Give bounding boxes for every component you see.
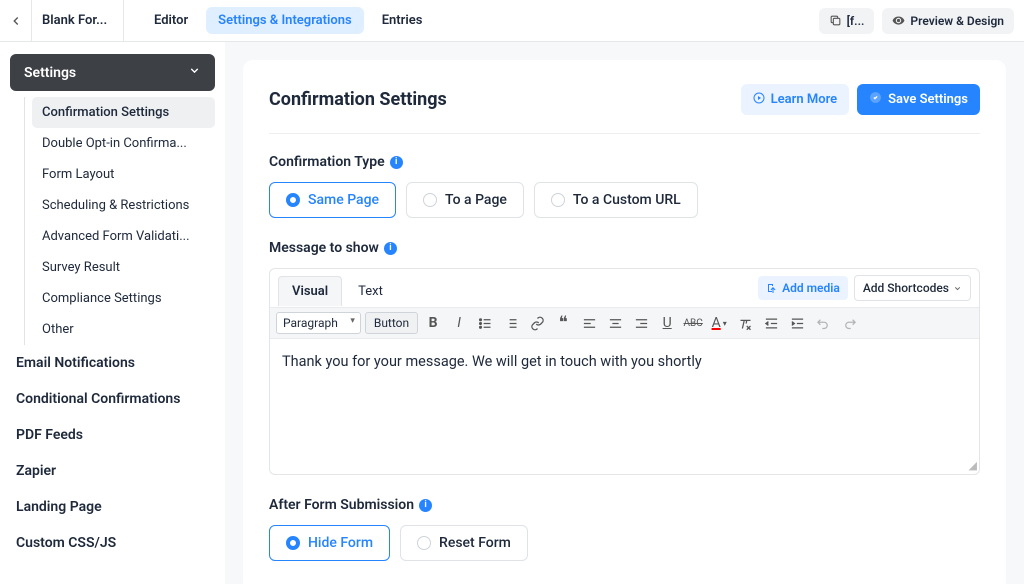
sidebar-item-landing-page[interactable]: Landing Page — [10, 489, 215, 525]
play-icon — [753, 92, 765, 108]
resize-handle-icon[interactable]: ◢ — [969, 459, 977, 472]
message-to-show-label: Message to show i — [269, 240, 980, 256]
tab-settings-integrations[interactable]: Settings & Integrations — [206, 7, 364, 34]
link-icon[interactable] — [526, 312, 548, 334]
sidebar: Settings Confirmation Settings Double Op… — [0, 42, 225, 584]
sidebar-item-pdf-feeds[interactable]: PDF Feeds — [10, 417, 215, 453]
learn-more-label: Learn More — [771, 92, 837, 107]
sidebar-item-compliance[interactable]: Compliance Settings — [32, 283, 215, 314]
tab-editor[interactable]: Editor — [142, 7, 200, 34]
info-icon[interactable]: i — [419, 499, 432, 512]
editor-tab-text[interactable]: Text — [344, 276, 397, 306]
save-settings-label: Save Settings — [888, 92, 968, 107]
confirmation-type-label: Confirmation Type i — [269, 154, 980, 170]
top-tabs: Editor Settings & Integrations Entries — [124, 0, 434, 42]
underline-icon[interactable]: U — [656, 312, 678, 334]
topbar-right: [f... Preview & Design — [819, 8, 1024, 34]
quote-icon[interactable]: ❝ — [552, 312, 574, 334]
bullet-list-icon[interactable] — [474, 312, 496, 334]
undo-icon[interactable] — [812, 312, 834, 334]
radio-custom-url[interactable]: To a Custom URL — [534, 182, 698, 218]
sidebar-item-zapier[interactable]: Zapier — [10, 453, 215, 489]
add-shortcodes-button[interactable]: Add Shortcodes — [854, 275, 971, 301]
radio-hide-form[interactable]: Hide Form — [269, 525, 390, 561]
align-right-icon[interactable] — [630, 312, 652, 334]
editor-tab-visual[interactable]: Visual — [278, 276, 342, 306]
editor-content[interactable]: Thank you for your message. We will get … — [270, 339, 979, 474]
align-left-icon[interactable] — [578, 312, 600, 334]
sidebar-item-advanced-validation[interactable]: Advanced Form Validati... — [32, 221, 215, 252]
back-button[interactable] — [0, 0, 32, 42]
redo-icon[interactable] — [838, 312, 860, 334]
content-area: Confirmation Settings Learn More Save Se… — [225, 42, 1024, 584]
settings-tree: Confirmation Settings Double Opt-in Conf… — [10, 97, 215, 345]
paragraph-select[interactable]: Paragraph — [276, 312, 361, 334]
info-icon[interactable]: i — [384, 242, 397, 255]
topbar: Blank For... Editor Settings & Integrati… — [0, 0, 1024, 42]
sidebar-item-other[interactable]: Other — [32, 314, 215, 345]
rich-text-editor: Visual Text Add media Add Shortcodes — [269, 268, 980, 475]
learn-more-button[interactable]: Learn More — [741, 84, 849, 115]
tab-entries[interactable]: Entries — [370, 7, 435, 34]
chevron-down-icon — [188, 64, 201, 81]
radio-dot-icon — [286, 193, 300, 207]
text-color-icon[interactable]: A▾ — [708, 312, 730, 334]
italic-icon[interactable]: I — [448, 312, 470, 334]
clear-format-icon[interactable] — [734, 312, 756, 334]
radio-reset-form[interactable]: Reset Form — [400, 525, 528, 561]
form-title: Blank For... — [32, 0, 124, 42]
after-form-submission-label: After Form Submission i — [269, 497, 980, 513]
radio-dot-icon — [423, 193, 437, 207]
add-media-button[interactable]: Add media — [758, 276, 848, 300]
check-circle-icon — [869, 91, 882, 108]
shortcode-label: [f... — [847, 14, 865, 28]
sidebar-item-form-layout[interactable]: Form Layout — [32, 159, 215, 190]
radio-same-page[interactable]: Same Page — [269, 182, 396, 218]
radio-to-a-page[interactable]: To a Page — [406, 182, 524, 218]
strikethrough-icon[interactable]: ABC — [682, 312, 704, 334]
sidebar-item-confirmation-settings[interactable]: Confirmation Settings — [32, 97, 215, 128]
insert-button-button[interactable]: Button — [365, 312, 418, 334]
sidebar-settings-label: Settings — [24, 65, 76, 81]
indent-right-icon[interactable] — [786, 312, 808, 334]
confirmation-settings-panel: Confirmation Settings Learn More Save Se… — [243, 60, 1006, 584]
info-icon[interactable]: i — [390, 156, 403, 169]
sidebar-settings-header[interactable]: Settings — [10, 54, 215, 91]
sidebar-item-email-notifications[interactable]: Email Notifications — [10, 345, 215, 381]
sidebar-item-double-optin[interactable]: Double Opt-in Confirma... — [32, 128, 215, 159]
save-settings-button[interactable]: Save Settings — [857, 84, 980, 115]
indent-left-icon[interactable] — [760, 312, 782, 334]
radio-dot-icon — [286, 536, 300, 550]
radio-dot-icon — [417, 536, 431, 550]
sidebar-item-conditional-confirmations[interactable]: Conditional Confirmations — [10, 381, 215, 417]
sidebar-item-scheduling[interactable]: Scheduling & Restrictions — [32, 190, 215, 221]
editor-toolbar: Paragraph Button B I ❝ U ABC A▾ — [270, 307, 979, 339]
sidebar-item-survey-result[interactable]: Survey Result — [32, 252, 215, 283]
panel-title: Confirmation Settings — [269, 89, 447, 110]
align-center-icon[interactable] — [604, 312, 626, 334]
preview-design-button[interactable]: Preview & Design — [882, 8, 1014, 34]
preview-design-label: Preview & Design — [910, 14, 1004, 28]
sidebar-item-custom-css-js[interactable]: Custom CSS/JS — [10, 525, 215, 561]
radio-dot-icon — [551, 193, 565, 207]
shortcode-button[interactable]: [f... — [819, 8, 875, 34]
number-list-icon[interactable] — [500, 312, 522, 334]
bold-icon[interactable]: B — [422, 312, 444, 334]
